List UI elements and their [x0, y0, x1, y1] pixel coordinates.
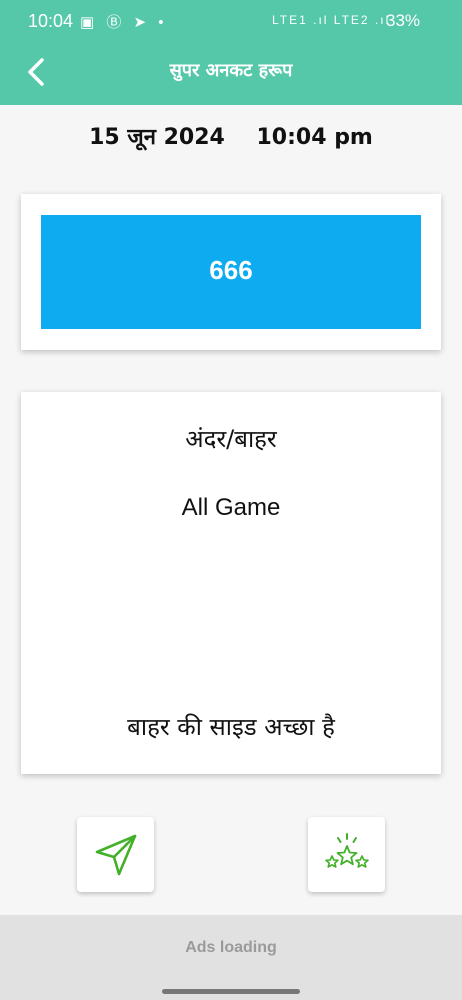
info-subtitle: All Game: [181, 494, 281, 521]
ad-banner: Ads loading: [0, 915, 462, 1000]
number-card: 666: [21, 194, 441, 350]
info-footer: बाहर की साइड अच्छा है: [127, 713, 335, 741]
app-bar: सुपर अनकट हरूप: [0, 40, 462, 105]
info-title: अंदर/बाहर: [185, 425, 277, 453]
gesture-nav-bar[interactable]: [162, 989, 300, 994]
page-title: सुपर अनकट हरूप: [169, 60, 293, 81]
ads-loading-text: Ads loading: [185, 939, 277, 956]
info-card: अंदर/बाहर All Game बाहर की साइड अच्छा है: [21, 392, 441, 774]
date-text: 15 जून 2024: [89, 125, 225, 150]
date-time-line: 15 जून 2024 10:04 pm: [0, 121, 462, 151]
send-icon: [95, 834, 136, 875]
rate-stars-icon: [324, 832, 369, 868]
rate-button[interactable]: [308, 817, 385, 892]
status-time: 10:04: [28, 11, 74, 31]
main-content: 15 जून 2024 10:04 pm 666 अंदर/बाहर All G…: [0, 105, 462, 915]
network-indicators: LTE1 .ıl LTE2 .ıl: [272, 13, 391, 27]
share-button[interactable]: [77, 817, 154, 892]
battery-level: 33%: [386, 11, 421, 30]
notification-icons: ▣ Ⓑ ➤ •: [80, 14, 168, 31]
number-display: 666: [41, 215, 421, 329]
status-bar: 10:04 ▣ Ⓑ ➤ • LTE1 .ıl LTE2 .ıl 33%: [0, 0, 462, 40]
time-text: 10:04 pm: [256, 125, 373, 150]
